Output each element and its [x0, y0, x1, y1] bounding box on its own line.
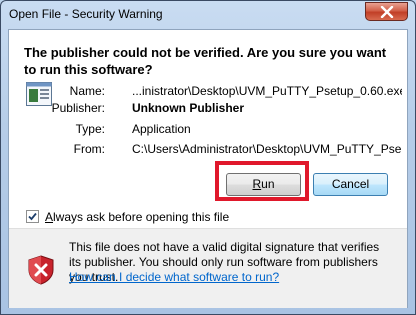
type-label: Type:	[75, 122, 105, 136]
type-value: Application	[132, 122, 191, 136]
from-value: C:\Users\Administrator\Desktop\UVM_PuTTY…	[132, 142, 402, 156]
headline: The publisher could not be verified. Are…	[24, 45, 387, 77]
security-warning-dialog: Open File - Security Warning The publish…	[0, 0, 416, 315]
name-value: ...inistrator\Desktop\UVM_PuTTY_Psetup_0…	[132, 84, 402, 98]
publisher-label: Publisher:	[51, 101, 105, 115]
cancel-button[interactable]: Cancel	[313, 173, 388, 196]
help-link[interactable]: How can I decide what software to run?	[69, 270, 279, 284]
security-shield-error-icon	[28, 255, 54, 285]
publisher-value: Unknown Publisher	[132, 101, 245, 115]
window-title: Open File - Security Warning	[9, 7, 163, 21]
name-label: Name:	[69, 84, 105, 98]
always-ask-checkbox[interactable]	[26, 210, 39, 223]
checkmark-icon	[28, 212, 37, 221]
from-label: From:	[73, 142, 105, 156]
run-button-highlight	[215, 161, 309, 201]
close-button[interactable]	[365, 2, 408, 21]
always-ask-label[interactable]: Always ask before opening this file	[45, 210, 229, 224]
dialog-content: The publisher could not be verified. Are…	[8, 29, 408, 308]
title-bar[interactable]: Open File - Security Warning	[1, 1, 415, 29]
close-icon	[380, 6, 394, 18]
